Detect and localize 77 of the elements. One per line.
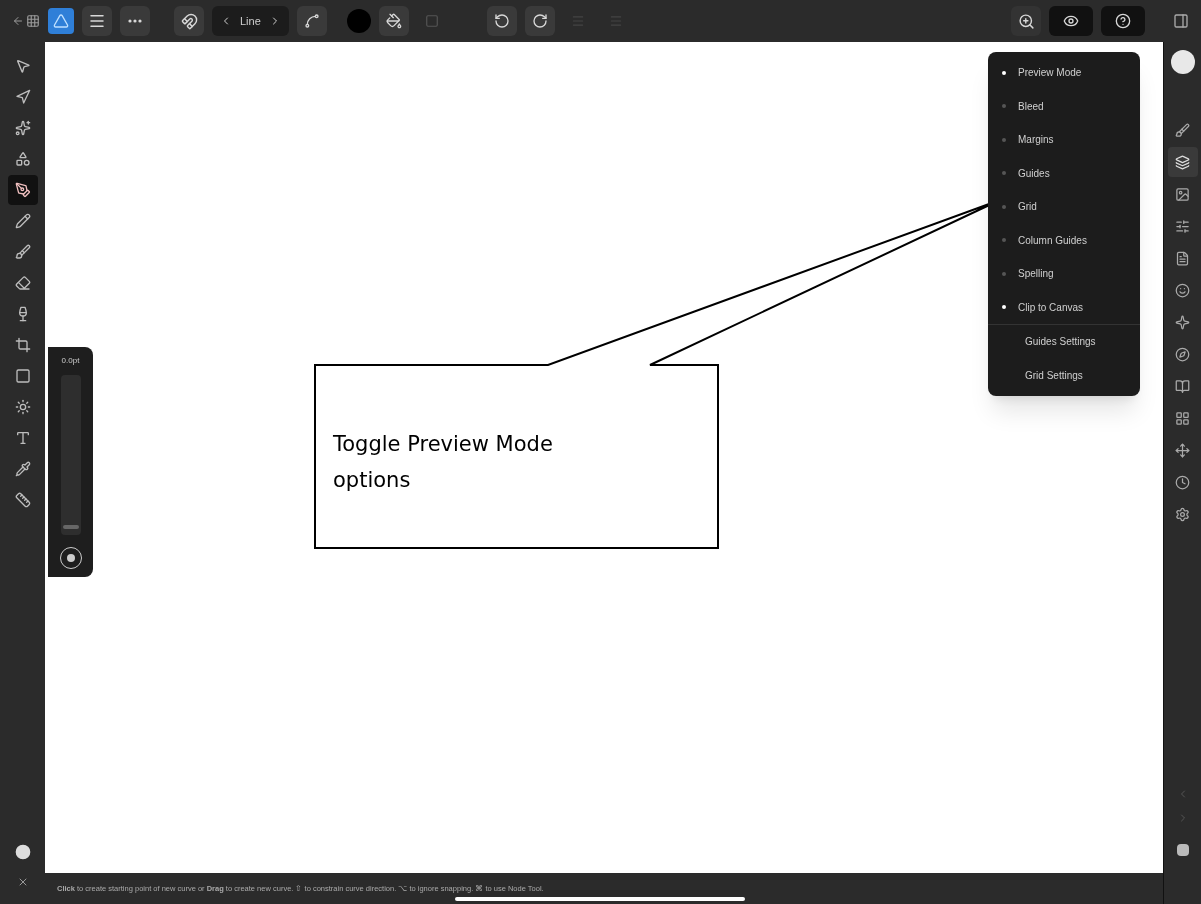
arrow-icon <box>14 88 31 105</box>
grid-icon <box>1175 410 1190 426</box>
rotate-right-icon <box>531 13 548 29</box>
mode-label: Line <box>240 13 261 29</box>
circle-icon <box>14 844 31 860</box>
sliders-icon <box>1175 218 1190 234</box>
layers-icon <box>1175 154 1190 170</box>
pipette-icon <box>14 460 31 477</box>
smile-icon <box>1175 282 1190 298</box>
snapping-button[interactable] <box>174 6 204 36</box>
brush-icon <box>14 243 31 260</box>
back-arrow-icon <box>12 15 24 27</box>
move-icon <box>1175 442 1190 458</box>
curve-button[interactable] <box>296 6 327 36</box>
slider-thumb[interactable] <box>62 524 79 529</box>
text-frame-icon <box>14 429 31 446</box>
clock-icon <box>1175 474 1190 490</box>
shapes-icon <box>14 150 31 167</box>
help-icon <box>1115 13 1131 29</box>
sparkle-icon <box>14 119 31 136</box>
menu-item[interactable]: Preview Mode <box>988 56 1140 90</box>
grid-icon <box>26 14 40 28</box>
width-slider[interactable] <box>60 375 81 535</box>
menu-item[interactable]: Guides <box>988 156 1140 190</box>
settings-icon <box>1175 506 1190 522</box>
menu-item[interactable]: Column Guides <box>988 223 1140 257</box>
color-swatch[interactable] <box>346 9 371 33</box>
sun-icon <box>14 398 31 415</box>
panel-button[interactable] <box>1167 147 1198 177</box>
back-to-documents-button[interactable] <box>12 14 40 28</box>
document-icon <box>1175 250 1190 266</box>
pen-icon <box>14 181 31 198</box>
menu-item[interactable]: Margins <box>988 123 1140 157</box>
more-icon <box>128 19 142 23</box>
color-button[interactable] <box>14 844 31 860</box>
rotate-right-button[interactable] <box>524 6 555 36</box>
menu-item[interactable]: Spelling <box>988 257 1140 291</box>
zoom-button[interactable] <box>1011 6 1041 36</box>
app-menu-button[interactable] <box>48 8 74 34</box>
curve-icon <box>303 13 320 29</box>
help-button[interactable] <box>1101 6 1145 36</box>
menu-item[interactable]: Clip to Canvas <box>988 290 1140 324</box>
color-well[interactable] <box>1170 50 1195 74</box>
pencil-icon <box>14 212 31 229</box>
rotate-left-icon <box>493 13 510 29</box>
book-icon <box>1175 378 1190 394</box>
ruler-icon <box>14 491 31 508</box>
menu-item[interactable]: Grid Settings <box>988 358 1140 392</box>
menu-item[interactable]: Grid <box>988 190 1140 224</box>
compass-icon <box>1175 346 1190 362</box>
image-icon <box>1175 186 1190 202</box>
width-reading: 0.0pt <box>61 355 80 367</box>
view-mode-button[interactable] <box>1049 6 1093 36</box>
square-icon <box>424 14 439 28</box>
sparkle-icon <box>1175 314 1190 330</box>
tool-button[interactable] <box>7 174 38 205</box>
eraser-icon <box>14 274 31 291</box>
menu-button[interactable] <box>82 6 112 36</box>
paint-bucket-icon <box>385 13 402 29</box>
panels-button[interactable] <box>1173 13 1189 29</box>
pointer-icon <box>14 57 31 74</box>
panel-icon <box>1173 13 1189 29</box>
menu-icon <box>88 12 106 30</box>
crop-icon <box>14 336 31 353</box>
more-button[interactable] <box>120 6 150 36</box>
zoom-icon <box>1017 12 1035 30</box>
fill-button[interactable] <box>378 6 409 36</box>
rotate-left-button[interactable] <box>486 6 517 36</box>
menu-item[interactable]: Bleed <box>988 89 1140 123</box>
square-icon <box>14 367 31 384</box>
panel-toggle-button[interactable] <box>1176 844 1189 856</box>
eye-icon <box>1063 13 1079 29</box>
callout-text: Toggle Preview Mode options <box>333 431 554 494</box>
menu-item[interactable]: Guides Settings <box>988 325 1140 359</box>
magnet-icon <box>180 12 198 30</box>
brush-icon <box>1175 122 1190 138</box>
triangle-icon <box>53 13 69 29</box>
